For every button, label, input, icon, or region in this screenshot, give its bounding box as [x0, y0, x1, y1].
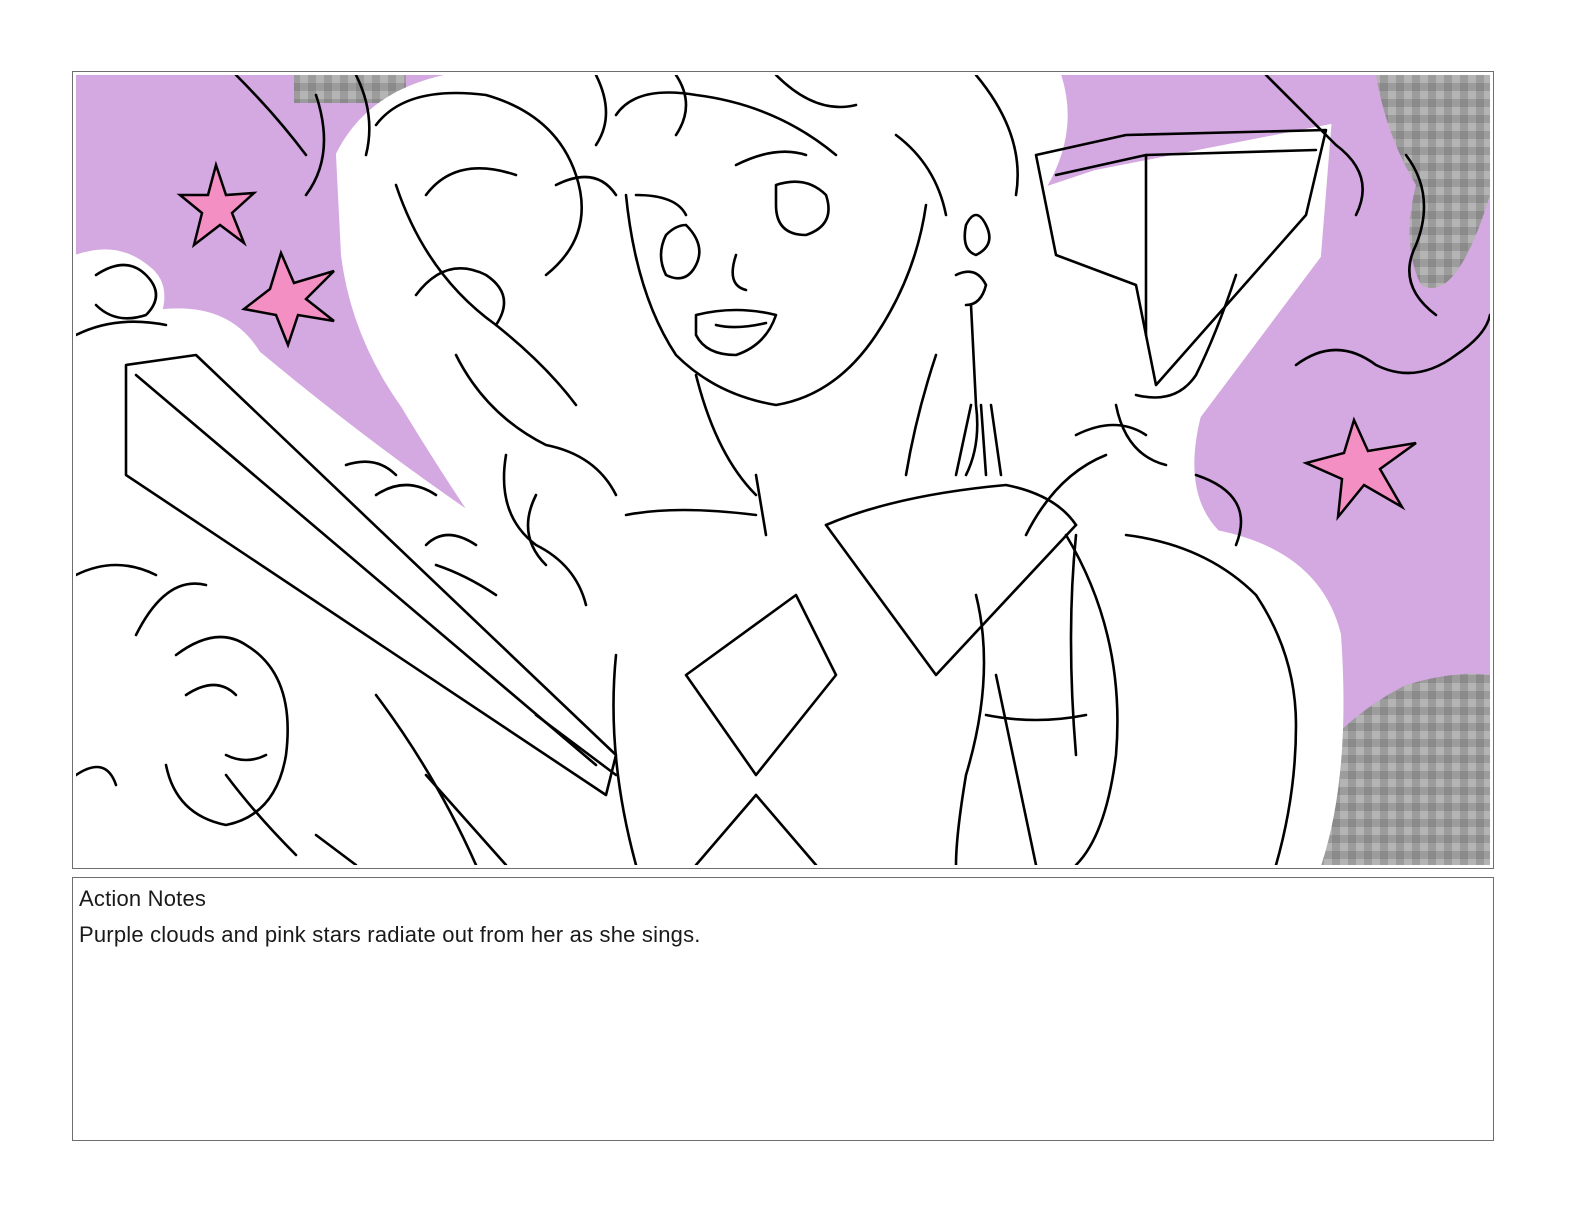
storyboard-panel [72, 71, 1494, 869]
action-notes-text: Purple clouds and pink stars radiate out… [79, 922, 701, 947]
panel-artwork [76, 75, 1490, 865]
action-notes-title: Action Notes [79, 886, 207, 911]
action-notes-box: Action Notes Purple clouds and pink star… [72, 877, 1494, 1141]
